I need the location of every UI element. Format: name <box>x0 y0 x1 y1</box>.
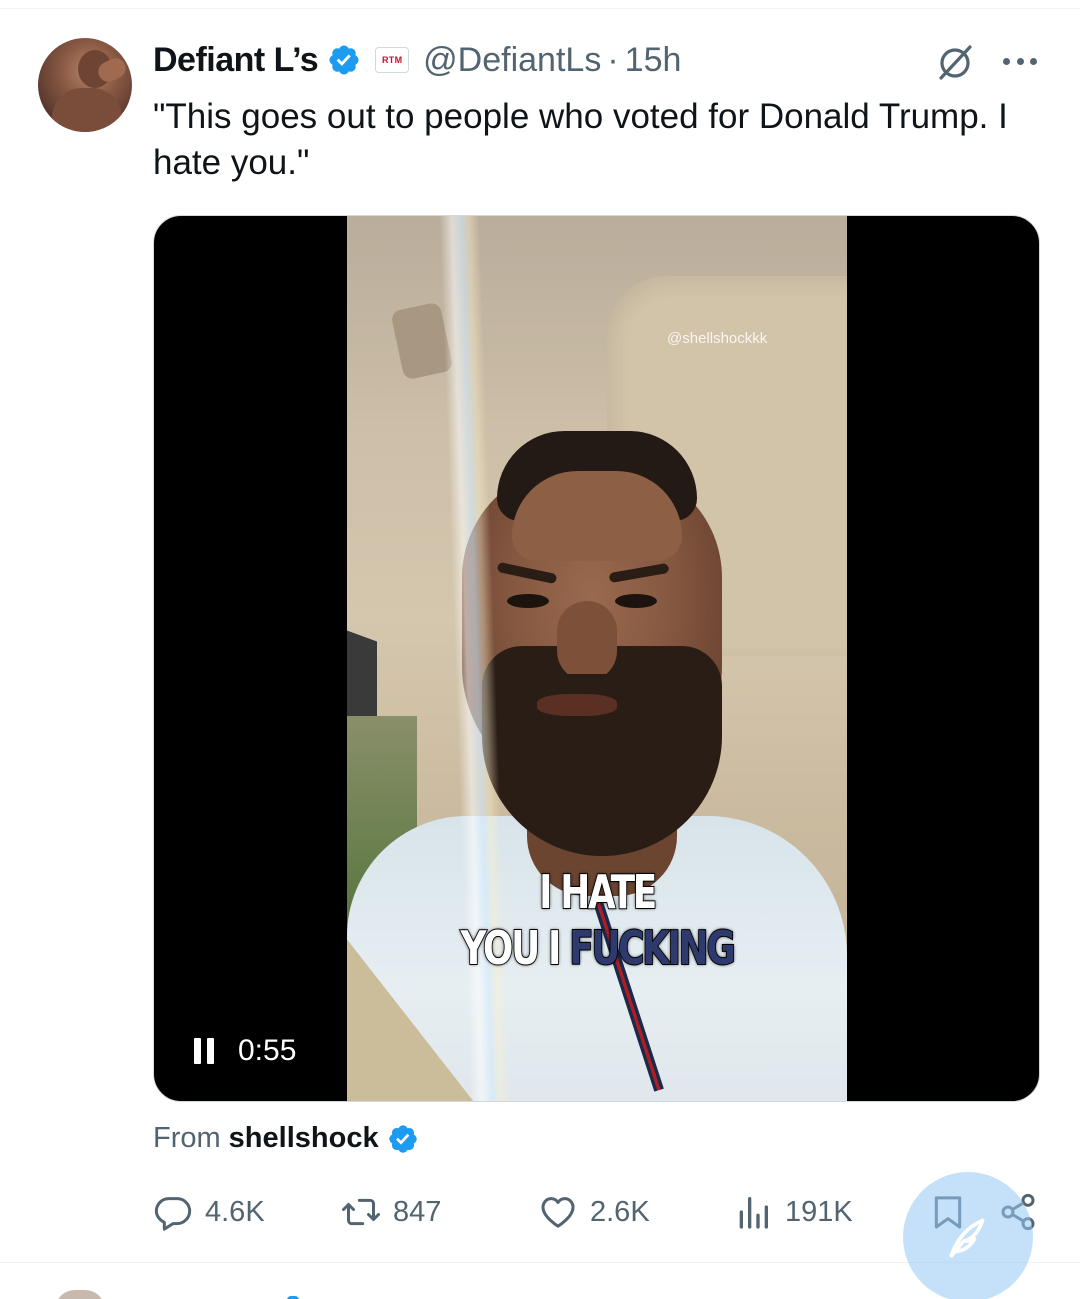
repost-count: 847 <box>393 1195 442 1228</box>
video-watermark: @shellshockkk <box>667 330 768 347</box>
affiliate-badge[interactable]: RTM <box>375 47 410 73</box>
repost-icon <box>342 1198 380 1226</box>
avatar-figure-body <box>52 88 122 132</box>
caption-line-2-highlight: FUCKING <box>568 920 736 976</box>
video-duration: 0:55 <box>238 1034 297 1067</box>
verified-badge-icon <box>387 1123 419 1155</box>
pause-icon[interactable] <box>194 1038 214 1064</box>
caption-line-1: I HATE <box>538 864 658 920</box>
repost-button[interactable]: 847 <box>341 1187 441 1237</box>
tweet-text: "This goes out to people who voted for D… <box>153 97 1008 182</box>
caption-line-2-a: YOU I <box>460 920 570 976</box>
tweet-timestamp[interactable]: 15h <box>625 41 682 80</box>
author-avatar[interactable] <box>38 38 132 132</box>
video-player[interactable]: @shellshockkk I HATE YOU I FUCKING 0:55 <box>153 215 1040 1102</box>
more-options-icon[interactable] <box>1000 45 1040 77</box>
pause-bar <box>194 1038 201 1064</box>
like-icon <box>541 1197 575 1228</box>
video-nose <box>557 601 617 681</box>
attribution-source[interactable]: shellshock <box>229 1122 379 1155</box>
video-attribution: From shellshock <box>153 1122 419 1155</box>
video-forehead <box>512 471 682 561</box>
video-eye-right <box>615 594 657 608</box>
more-dot <box>1030 57 1037 65</box>
header-separator: · <box>607 40 619 79</box>
more-dot <box>1016 57 1024 65</box>
video-frame: @shellshockkk I HATE YOU I FUCKING <box>347 216 847 1101</box>
author-handle[interactable]: @DefiantLs <box>423 41 601 80</box>
caption-line-2: YOU I FUCKING <box>402 920 792 976</box>
video-mouth <box>537 694 617 716</box>
top-divider <box>0 8 1080 9</box>
next-tweet-avatar[interactable] <box>55 1290 105 1299</box>
author-display-name[interactable]: Defiant L’s <box>153 41 319 80</box>
like-count: 2.6K <box>590 1195 650 1228</box>
reply-count: 4.6K <box>205 1195 265 1228</box>
verified-badge-icon[interactable] <box>327 43 361 77</box>
reply-icon <box>154 1197 192 1231</box>
reply-button[interactable]: 4.6K <box>153 1187 265 1237</box>
views-button[interactable]: 191K <box>733 1187 853 1237</box>
pause-bar <box>207 1038 214 1064</box>
video-caption: I HATE YOU I FUCKING <box>402 864 792 976</box>
attribution-prefix: From <box>153 1122 221 1154</box>
views-count: 191K <box>785 1195 853 1228</box>
more-dot <box>1003 57 1010 65</box>
tweet-header: Defiant L’s RTM @DefiantLs · 15h <box>153 40 681 80</box>
compose-icon <box>949 1218 985 1258</box>
compose-button[interactable] <box>903 1172 1033 1299</box>
grok-icon[interactable] <box>935 42 975 82</box>
video-controls: 0:55 <box>194 1034 296 1068</box>
video-eye-left <box>507 594 549 608</box>
views-icon <box>739 1197 768 1229</box>
like-button[interactable]: 2.6K <box>538 1187 650 1237</box>
